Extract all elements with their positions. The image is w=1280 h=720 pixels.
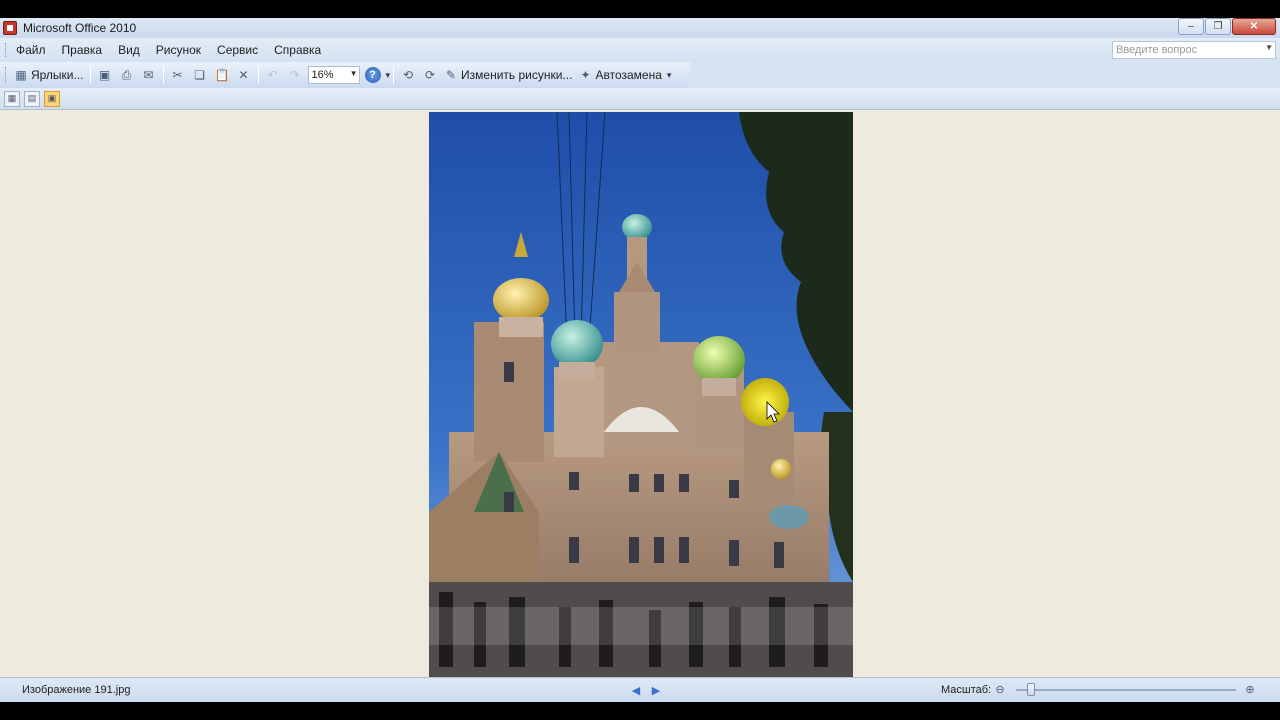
displayed-photo[interactable] xyxy=(429,112,853,677)
paste-icon: 📋 xyxy=(214,68,230,82)
toolbar-separator xyxy=(89,66,91,84)
restore-icon: ❐ xyxy=(1213,21,1223,32)
rotate-left-icon: ⟲ xyxy=(403,68,414,82)
view-mode-bar: ▦ ▤ ▣ xyxy=(0,88,1280,110)
copy-icon: ❏ xyxy=(194,68,205,82)
arrow-left-icon: ◀ xyxy=(631,684,641,697)
shortcuts-icon: ▦ xyxy=(15,68,27,82)
edit-pictures-button[interactable]: ✎ Изменить рисунки... xyxy=(442,65,574,85)
undo-icon: ↶ xyxy=(267,68,278,82)
copy-button[interactable]: ❏ xyxy=(190,65,210,85)
cut-icon: ✂ xyxy=(172,68,183,82)
shortcuts-label: Ярлыки... xyxy=(31,68,84,82)
menu-file[interactable]: Файл xyxy=(8,43,54,57)
single-picture-icon: ▣ xyxy=(47,93,57,103)
title-bar: Microsoft Office 2010 ‒ ❐ ✕ xyxy=(0,18,1280,38)
toolbar-grip-handle[interactable] xyxy=(5,67,8,83)
edit-pictures-icon: ✎ xyxy=(446,68,457,82)
zoom-out-button[interactable]: ⊖ xyxy=(993,682,1007,696)
next-picture-button[interactable]: ▶ xyxy=(649,683,663,697)
toolbar-overflow-icon[interactable]: ▾ xyxy=(386,70,391,81)
toolbar-overflow-icon[interactable]: ▾ xyxy=(667,70,672,81)
help-icon: ? xyxy=(364,67,381,83)
previous-picture-button[interactable]: ◀ xyxy=(629,683,643,697)
menu-bar: Файл Правка Вид Рисунок Сервис Справка В… xyxy=(0,38,1280,62)
rotate-left-button[interactable]: ⟲ xyxy=(398,65,418,85)
cathedral-photo-image xyxy=(429,112,853,677)
help-question-placeholder: Введите вопрос xyxy=(1116,44,1198,56)
help-button[interactable]: ? xyxy=(363,65,383,85)
office-app-icon[interactable] xyxy=(3,21,17,35)
status-bar: Изображение 191.jpg ◀ ▶ Масштаб: ⊖ ⊕ xyxy=(0,677,1280,702)
email-icon: ✉ xyxy=(143,68,154,82)
picture-navigation: ◀ ▶ xyxy=(626,683,666,697)
toolbar-background xyxy=(690,62,1280,88)
filmstrip-icon: ▤ xyxy=(27,93,37,103)
menu-edit[interactable]: Правка xyxy=(54,43,111,57)
help-dropdown-icon[interactable]: ▼ xyxy=(1265,43,1273,52)
zoom-slider-thumb[interactable] xyxy=(1027,683,1036,696)
filmstrip-view-button[interactable]: ▤ xyxy=(24,90,40,107)
minimize-button[interactable]: ‒ xyxy=(1178,18,1204,35)
menu-tools[interactable]: Сервис xyxy=(209,43,266,57)
zoom-out-icon: ⊖ xyxy=(995,683,1005,696)
zoom-dropdown-icon[interactable]: ▼ xyxy=(350,69,358,78)
print-icon: ⎙ xyxy=(121,68,132,82)
standard-toolbar: ▦ Ярлыки... ▣ ⎙ ✉ ✂ ❏ 📋 ✕ ↶ ↷ 16% ▼ ? ▾ … xyxy=(0,62,690,88)
window-title: Microsoft Office 2010 xyxy=(23,21,137,35)
shortcuts-button[interactable]: ▦ Ярлыки... xyxy=(12,65,86,85)
toolbar-separator xyxy=(257,66,259,84)
rotate-right-button[interactable]: ⟳ xyxy=(420,65,440,85)
save-button[interactable]: ▣ xyxy=(95,65,115,85)
zoom-in-icon: ⊕ xyxy=(1245,683,1255,696)
delete-button[interactable]: ✕ xyxy=(234,65,254,85)
close-button[interactable]: ✕ xyxy=(1232,18,1276,35)
cut-button[interactable]: ✂ xyxy=(168,65,188,85)
paste-button[interactable]: 📋 xyxy=(212,65,232,85)
restore-button[interactable]: ❐ xyxy=(1205,18,1231,35)
app-window: Microsoft Office 2010 ‒ ❐ ✕ Файл Правка … xyxy=(0,18,1280,702)
close-icon: ✕ xyxy=(1249,21,1259,32)
zoom-label: Масштаб: xyxy=(941,684,992,696)
toolbar-separator xyxy=(393,66,395,84)
zoom-select-value: 16% xyxy=(311,69,334,81)
rotate-right-icon: ⟳ xyxy=(425,68,436,82)
autocorrect-button[interactable]: ✦ Автозамена xyxy=(576,65,663,85)
print-button[interactable]: ⎙ xyxy=(117,65,137,85)
autocorrect-icon: ✦ xyxy=(580,68,591,82)
picture-canvas xyxy=(0,111,1280,677)
menu-picture[interactable]: Рисунок xyxy=(148,43,209,57)
email-button[interactable]: ✉ xyxy=(139,65,159,85)
toolbar-separator xyxy=(162,66,164,84)
help-question-input[interactable]: Введите вопрос ▼ xyxy=(1112,41,1276,59)
zoom-in-button[interactable]: ⊕ xyxy=(1243,682,1257,696)
arrow-right-icon: ▶ xyxy=(651,684,661,697)
menu-help[interactable]: Справка xyxy=(266,43,329,57)
redo-button[interactable]: ↷ xyxy=(285,65,305,85)
thumbnail-view-button[interactable]: ▦ xyxy=(4,90,20,107)
edit-pictures-label: Изменить рисунки... xyxy=(461,68,573,82)
minimize-icon: ‒ xyxy=(1188,21,1194,32)
undo-button[interactable]: ↶ xyxy=(263,65,283,85)
menu-view[interactable]: Вид xyxy=(110,43,148,57)
redo-icon: ↷ xyxy=(289,68,300,82)
save-icon: ▣ xyxy=(98,68,111,82)
thumbnail-grid-icon: ▦ xyxy=(7,93,17,103)
single-picture-view-button[interactable]: ▣ xyxy=(44,90,60,107)
status-file-name: Изображение 191.jpg xyxy=(22,684,131,696)
zoom-select[interactable]: 16% ▼ xyxy=(307,66,360,84)
window-controls: ‒ ❐ ✕ xyxy=(1177,18,1276,35)
zoom-slider-track[interactable] xyxy=(1016,689,1236,691)
autocorrect-label: Автозамена xyxy=(595,68,662,82)
delete-icon: ✕ xyxy=(238,68,249,82)
